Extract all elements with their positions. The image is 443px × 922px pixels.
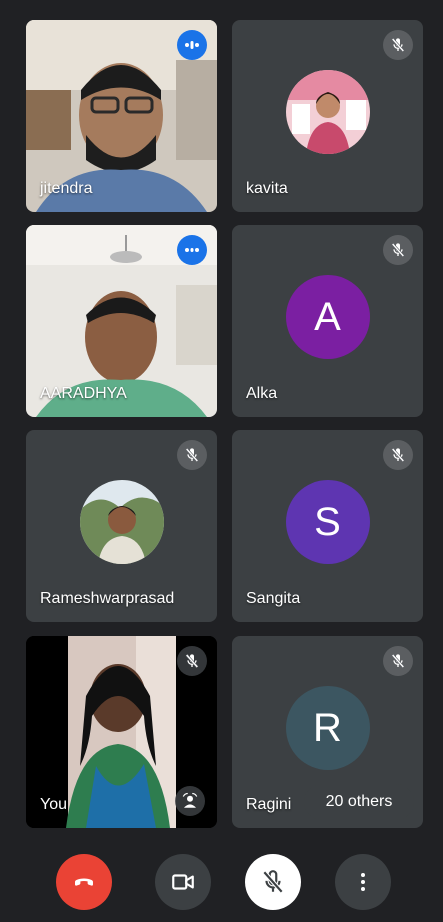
camera-toggle-button[interactable] [155, 854, 211, 910]
mic-off-icon [185, 654, 199, 668]
mic-off-icon [262, 870, 284, 894]
mic-off-icon [391, 654, 405, 668]
end-call-button[interactable] [56, 854, 112, 910]
muted-indicator [177, 646, 207, 676]
avatar-photo [79, 480, 164, 564]
avatar [285, 70, 370, 154]
muted-indicator [177, 440, 207, 470]
participant-tile-sangita[interactable]: S Sangita [232, 430, 423, 622]
videocam-icon [172, 874, 194, 890]
audio-level-icon [185, 41, 199, 49]
more-options-button[interactable] [335, 854, 391, 910]
avatar-photo [285, 70, 370, 154]
self-view-effects-icon [182, 792, 198, 808]
mic-off-icon [391, 243, 405, 257]
mic-off-icon [391, 448, 405, 462]
muted-indicator [383, 646, 413, 676]
participant-name: You [40, 796, 67, 813]
participant-tile-aaradhya[interactable]: AARADHYA [26, 225, 217, 417]
mic-off-icon [185, 448, 199, 462]
participant-tile-alka[interactable]: A Alka [232, 225, 423, 417]
muted-indicator [383, 440, 413, 470]
participant-name: Rameshwarprasad [40, 590, 175, 607]
muted-indicator [383, 30, 413, 60]
mic-off-icon [391, 38, 405, 52]
muted-indicator [383, 235, 413, 265]
avatar: R [285, 686, 370, 770]
participant-name: Ragini [246, 796, 292, 813]
others-button[interactable]: 20 others [304, 784, 414, 820]
participant-name: Alka [246, 385, 278, 402]
participant-name: kavita [246, 180, 288, 197]
participant-tile-you[interactable]: You [26, 636, 217, 828]
participant-name: Sangita [246, 590, 301, 607]
microphone-toggle-button[interactable] [245, 854, 301, 910]
speaking-indicator [177, 30, 207, 60]
avatar: S [285, 480, 370, 564]
participant-name: jitendra [40, 180, 93, 197]
participant-tile-kavita[interactable]: kavita [232, 20, 423, 212]
avatar [79, 480, 164, 564]
audio-level-icon [185, 248, 199, 252]
speaking-indicator [177, 235, 207, 265]
avatar: A [285, 275, 370, 359]
participant-tile-rameshwarprasad[interactable]: Rameshwarprasad [26, 430, 217, 622]
participant-tile-jitendra[interactable]: jitendra [26, 20, 217, 212]
more-vert-icon [361, 873, 365, 891]
effects-button[interactable] [175, 786, 205, 816]
participant-name: AARADHYA [40, 385, 127, 402]
phone-hangup-icon [75, 878, 93, 886]
call-controls [0, 838, 443, 922]
